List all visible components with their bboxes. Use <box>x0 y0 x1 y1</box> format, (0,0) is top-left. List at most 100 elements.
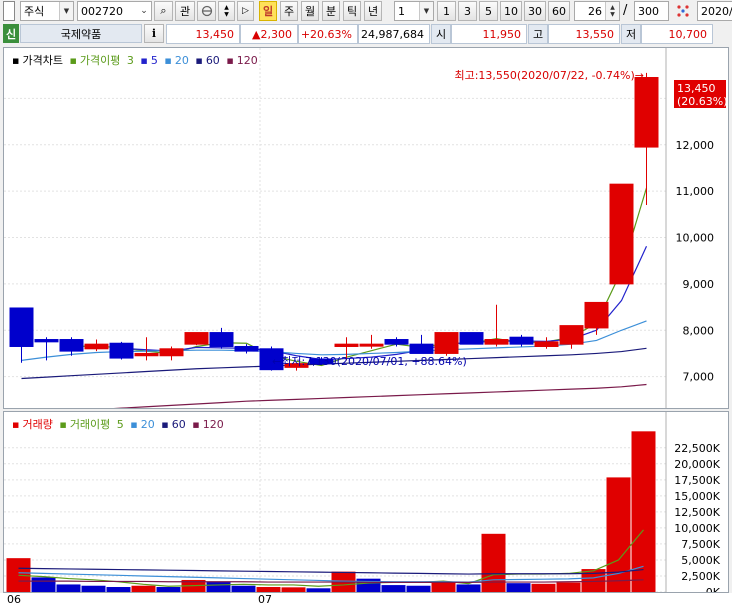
price-ma-60: 60 <box>205 54 220 67</box>
search-icon: ⌕ <box>160 4 167 17</box>
chevron-down-icon[interactable]: ▼ <box>59 2 73 20</box>
price-legend-title: 가격차트 <box>22 54 63 67</box>
volume-bar <box>481 533 506 592</box>
volume-ma-5: 5 <box>116 418 124 431</box>
current-rate-label: (20.63%) <box>677 95 728 108</box>
candle-body <box>159 348 184 357</box>
price-y-tick-label: 9,000 <box>683 278 715 291</box>
candle-body <box>509 336 534 345</box>
candle-body <box>184 332 209 345</box>
interest-button[interactable]: 관 <box>175 1 195 21</box>
legend-marker-icon: ▪ <box>69 54 77 67</box>
link-icon <box>201 5 212 17</box>
price-chart-panel[interactable]: 13,00012,00011,00010,0009,0008,0007,0006… <box>3 47 729 409</box>
interval-button[interactable]: 5 <box>479 1 498 21</box>
legend-marker-icon: ▪ <box>226 54 234 67</box>
candle-body <box>609 183 634 285</box>
info-icon: i <box>151 27 157 40</box>
change-rate: +20.63% <box>298 24 358 44</box>
up-arrow-icon[interactable]: ▲ <box>224 4 229 11</box>
volume-chart-panel[interactable]: 22,500K 20,000K 17,500K 15,000K 12,500K 10,00… <box>3 411 729 593</box>
panel-checkbox[interactable] <box>3 1 15 21</box>
chevron-down-icon[interactable]: ▼ <box>419 2 433 20</box>
max-count-input[interactable]: 300 <box>634 1 669 21</box>
date-input[interactable]: 2020/0 <box>697 1 732 21</box>
legend-marker-icon: ▪ <box>59 418 67 431</box>
interval-select[interactable]: 1 ▼ <box>394 1 434 21</box>
current-price: 13,450 <box>166 24 240 44</box>
count-input[interactable]: 26 ▲ ▼ <box>574 1 620 21</box>
legend-marker-icon: ▪ <box>12 418 20 431</box>
period-tab[interactable]: 분 <box>322 1 340 21</box>
interval-button[interactable]: 60 <box>548 1 570 21</box>
interval-button[interactable]: 1 <box>437 1 456 21</box>
candle-body <box>59 339 84 352</box>
volume-bar <box>456 584 481 592</box>
link-button[interactable] <box>197 1 216 21</box>
interval-button[interactable]: 10 <box>500 1 522 21</box>
volume-chart[interactable]: 22,500K 20,000K 17,500K 15,000K 12,500K 10,00… <box>4 412 729 593</box>
candle-body <box>209 332 234 347</box>
high-label: 고 <box>528 24 548 44</box>
stock-name: 국제약품 <box>20 24 142 43</box>
settings-button[interactable] <box>672 1 694 21</box>
volume-y-tick-label: 12,500K <box>674 506 720 519</box>
open-price: 11,950 <box>451 24 527 44</box>
interval-button[interactable]: 3 <box>458 1 477 21</box>
price-ma-3: 3 <box>126 54 134 67</box>
legend-marker-icon: ▪ <box>195 54 203 67</box>
price-change: ▲2,300 <box>240 24 298 44</box>
volume-y-tick-label: 22,500K <box>674 442 720 455</box>
search-button[interactable]: ⌕ <box>154 1 173 21</box>
legend-marker-icon: ▪ <box>161 418 169 431</box>
legend-marker-icon: ▪ <box>164 54 172 67</box>
high-price: 13,550 <box>548 24 620 44</box>
price-chart[interactable]: 13,00012,00011,00010,0009,0008,0007,0006… <box>4 48 729 409</box>
low-annotation: ←최저:7,130(2020/07/01, +88.64%) <box>272 355 467 368</box>
volume-bar <box>531 583 556 592</box>
x-label-july: 07 <box>258 593 272 606</box>
high-annotation: 최고:13,550(2020/07/22, -0.74%)→ <box>454 69 644 82</box>
price-y-tick-label: 10,000 <box>676 232 715 245</box>
volume-y-tick-label: 15,000K <box>674 490 720 503</box>
price-ma-line <box>113 383 647 408</box>
open-label: 시 <box>431 24 451 44</box>
volume-y-tick-label: 5,000K <box>681 554 720 567</box>
period-tab[interactable]: 년 <box>364 1 382 21</box>
volume-ma-title: 거래이평 <box>69 418 111 431</box>
sliders-icon <box>677 5 689 17</box>
candle-body <box>409 343 434 354</box>
volume-ma-60: 60 <box>171 418 186 431</box>
candle-body <box>384 339 409 345</box>
volume-bar <box>306 588 331 592</box>
down-arrow-icon[interactable]: ▼ <box>224 11 229 18</box>
next-button[interactable]: ▷ <box>237 1 254 21</box>
info-button[interactable]: i <box>144 24 164 43</box>
period-tab[interactable]: 주 <box>280 1 298 21</box>
volume-y-tick-label: 10,000K <box>674 522 720 535</box>
chevron-down-icon[interactable]: ⌄ <box>137 2 151 20</box>
updown-button[interactable]: ▲ ▼ <box>218 1 235 21</box>
volume-ma-line <box>18 529 644 587</box>
x-label-june: 06 <box>7 593 21 606</box>
volume-bar <box>281 587 306 592</box>
interval-button[interactable]: 30 <box>524 1 546 21</box>
credit-badge: 신 <box>3 24 19 43</box>
count-stepper[interactable]: ▲ ▼ <box>605 2 619 20</box>
market-type-select[interactable]: 주식 ▼ <box>20 1 74 21</box>
period-tab[interactable]: 일 <box>259 1 277 21</box>
stock-code-input[interactable]: 002720 ⌄ <box>77 1 152 21</box>
price-ma-5: 5 <box>150 54 158 67</box>
candle-body <box>534 341 559 347</box>
price-y-tick-label: 11,000 <box>676 185 715 198</box>
volume-bar <box>631 431 656 592</box>
volume-y-tick-label: 17,500K <box>674 474 720 487</box>
candle-body <box>9 307 34 347</box>
period-tab[interactable]: 월 <box>301 1 319 21</box>
candle-body <box>359 343 384 347</box>
stock-code-value: 002720 <box>81 4 123 18</box>
candle-body <box>559 325 584 345</box>
period-tab[interactable]: 틱 <box>343 1 361 21</box>
market-type-value: 주식 <box>24 5 45 18</box>
volume-bar <box>56 584 81 592</box>
